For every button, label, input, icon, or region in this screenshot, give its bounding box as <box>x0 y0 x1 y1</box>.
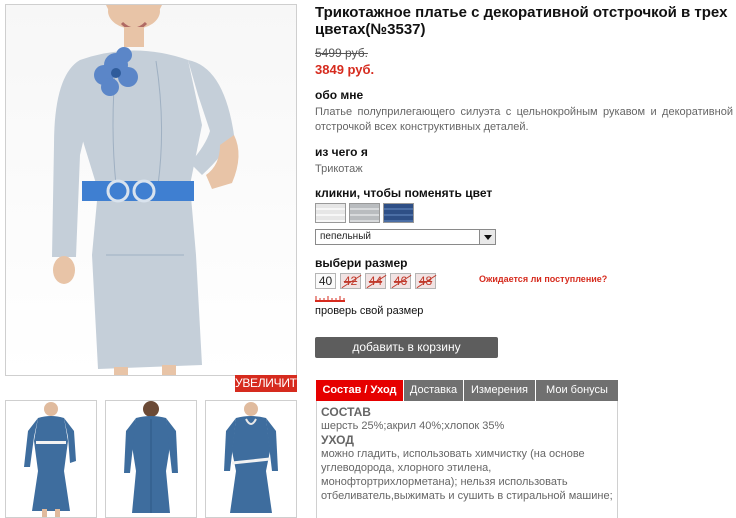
size-option-42[interactable]: 42 <box>340 273 361 289</box>
thumbnail-side-image <box>224 402 278 513</box>
size-option-46[interactable]: 46 <box>390 273 411 289</box>
new-price: 3849 руб. <box>315 62 375 77</box>
waitlist-link[interactable]: Ожидается ли поступление? <box>479 274 607 284</box>
about-heading: обо мне <box>315 88 364 102</box>
info-tabs: Состав / Уход Доставка Измерения Мои бон… <box>316 380 618 401</box>
swatch-gray[interactable] <box>349 203 380 223</box>
dress-illustration <box>52 5 239 375</box>
size-option-40[interactable]: 40 <box>315 273 336 289</box>
thumbnail-side[interactable] <box>205 400 297 518</box>
tab-delivery[interactable]: Доставка <box>404 380 464 401</box>
thumbnail-front[interactable] <box>5 400 97 518</box>
tab-bonuses[interactable]: Мои бонусы <box>536 380 618 401</box>
size-option-48[interactable]: 48 <box>415 273 436 289</box>
color-select[interactable]: пепельный <box>315 229 496 245</box>
color-select-value: пепельный <box>320 231 371 242</box>
material-heading: из чего я <box>315 145 368 159</box>
old-price: 5499 руб. <box>315 46 368 60</box>
care-text: можно гладить, использовать химчистку (н… <box>321 448 613 502</box>
tab-panel: СОСТАВ шерсть 25%;акрил 40%;хлопок 35% У… <box>316 401 618 518</box>
composition-heading: СОСТАВ <box>321 405 371 419</box>
product-title: Трикотажное платье с декоративной отстро… <box>315 4 728 38</box>
add-to-cart-button[interactable]: добавить в корзину <box>315 337 498 358</box>
size-check-link[interactable]: проверь свой размер <box>315 305 423 317</box>
tab-measurements[interactable]: Измерения <box>464 380 536 401</box>
thumbnail-back-image <box>124 401 178 513</box>
color-heading: кликни, чтобы поменять цвет <box>315 186 493 200</box>
zoom-button[interactable]: УВЕЛИЧИТЬ <box>235 375 305 392</box>
ruler-icon <box>315 296 345 302</box>
swatch-blue[interactable] <box>383 203 414 223</box>
chevron-down-icon[interactable] <box>479 230 495 244</box>
thumbnail-back[interactable] <box>105 400 197 518</box>
size-heading: выбери размер <box>315 256 408 270</box>
material-text: Трикотаж <box>315 163 363 175</box>
size-option-44[interactable]: 44 <box>365 273 386 289</box>
main-product-photo[interactable] <box>5 4 297 376</box>
care-heading: УХОД <box>321 433 354 447</box>
thumbnail-strip <box>5 400 297 518</box>
swatch-light-gray[interactable] <box>315 203 346 223</box>
about-text: Платье полуприлегающего силуэта с цельно… <box>315 106 733 133</box>
composition-text: шерсть 25%;акрил 40%;хлопок 35% <box>321 420 505 432</box>
thumbnail-front-image <box>24 402 76 517</box>
tab-composition-care[interactable]: Состав / Уход <box>316 380 404 401</box>
